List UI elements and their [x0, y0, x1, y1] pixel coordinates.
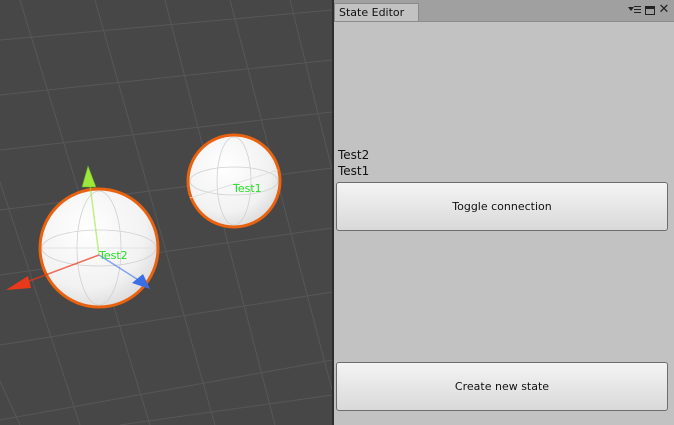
- window-controls: ✕: [628, 3, 670, 17]
- state-label-test1: Test1: [338, 164, 370, 178]
- scene-label-test1: Test1: [232, 182, 262, 195]
- menu-icon[interactable]: [628, 4, 642, 16]
- state-editor-window: State Editor ✕ Test2 Test1 Toggle connec…: [334, 0, 674, 425]
- maximize-icon[interactable]: [645, 6, 655, 15]
- scene-view[interactable]: Test2 Test1: [0, 0, 332, 425]
- scene-canvas[interactable]: Test2 Test1: [0, 0, 332, 425]
- scene-grid: [0, 0, 332, 425]
- scene-label-test2: Test2: [98, 249, 128, 262]
- toggle-connection-button[interactable]: Toggle connection: [336, 182, 668, 231]
- state-label-test2: Test2: [338, 148, 370, 162]
- sphere-object-test1[interactable]: [186, 133, 282, 229]
- sphere-object-test2[interactable]: [38, 187, 160, 309]
- tab-bar: State Editor ✕: [334, 0, 674, 22]
- create-new-state-button[interactable]: Create new state: [336, 362, 668, 411]
- tab-state-editor[interactable]: State Editor: [334, 3, 419, 21]
- unity-editor-window: Test2 Test1 State Editor ✕ Test2 Test1 T…: [0, 0, 674, 425]
- state-editor-content: Test2 Test1 Toggle connection Create new…: [334, 22, 674, 425]
- close-icon[interactable]: ✕: [658, 3, 670, 16]
